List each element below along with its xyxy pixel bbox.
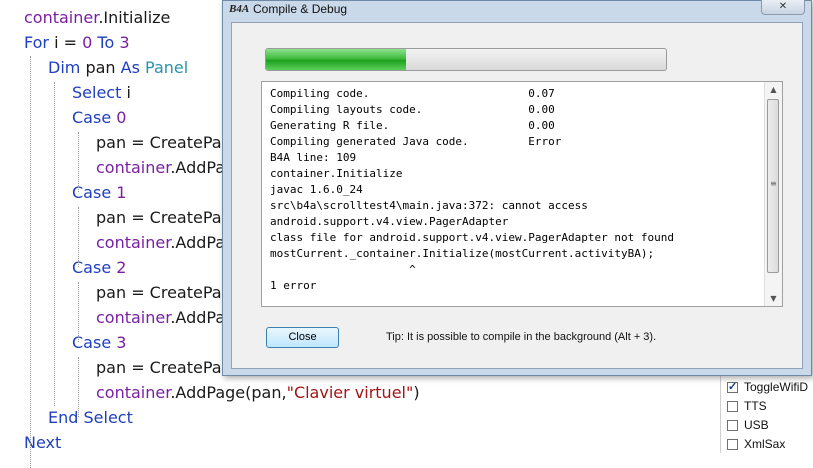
indent-guide bbox=[78, 132, 79, 192]
library-label: XmlSax bbox=[744, 437, 786, 451]
indent-guide bbox=[30, 56, 31, 468]
output-line: container.Initialize bbox=[270, 167, 403, 180]
code-token: container bbox=[96, 308, 171, 327]
code-line: pan = CreatePan bbox=[96, 358, 232, 378]
code-token: Case bbox=[72, 108, 112, 127]
code-line: Dim pan As Panel bbox=[48, 58, 188, 78]
code-token: i = bbox=[49, 33, 83, 52]
indent-guide bbox=[54, 82, 55, 406]
code-token: pan = CreatePan bbox=[96, 358, 232, 377]
library-item[interactable]: TTS bbox=[727, 399, 767, 415]
code-line: container.AddPage(pan,"Clavier virtuel") bbox=[96, 383, 420, 403]
code-token: pan = CreatePan bbox=[96, 208, 232, 227]
code-token: container bbox=[24, 8, 99, 27]
library-checkbox[interactable] bbox=[727, 380, 738, 393]
output-line: android.support.v4.view.PagerAdapter bbox=[270, 215, 509, 228]
library-item[interactable]: USB bbox=[727, 418, 769, 434]
compile-debug-dialog: B4A Compile & Debug ✕ Compiling code. 0.… bbox=[222, 0, 812, 376]
code-line: For i = 0 To 3 bbox=[24, 33, 130, 53]
scrollbar-thumb[interactable]: ≡ bbox=[767, 99, 779, 273]
scroll-up-arrow-icon[interactable]: ▲ bbox=[765, 82, 782, 97]
code-line: Select i bbox=[72, 83, 131, 103]
code-token: 3 bbox=[119, 33, 130, 52]
grip-icon: ≡ bbox=[770, 179, 777, 188]
progress-bar-fill bbox=[266, 49, 406, 70]
library-checkbox[interactable] bbox=[727, 420, 738, 431]
code-token: i bbox=[121, 83, 131, 102]
output-scrollbar[interactable]: ▲ ≡ ▼ bbox=[764, 82, 782, 306]
code-token: 0 bbox=[116, 108, 127, 127]
close-button[interactable]: Close bbox=[266, 327, 339, 348]
code-line: Case 1 bbox=[72, 183, 126, 203]
code-token: container bbox=[96, 158, 171, 177]
library-item[interactable]: ToggleWifiD bbox=[727, 380, 808, 396]
compile-progress-bar bbox=[265, 48, 667, 71]
code-token: pan = CreatePan bbox=[96, 133, 232, 152]
code-token: 1 bbox=[116, 183, 127, 202]
code-line: Case 2 bbox=[72, 258, 126, 278]
b4a-app-icon: B4A bbox=[229, 3, 250, 15]
dialog-title: Compile & Debug bbox=[253, 2, 348, 16]
code-token: As bbox=[120, 58, 140, 77]
output-line: 1 error bbox=[270, 279, 317, 292]
indent-guide bbox=[78, 207, 79, 267]
output-line: class file for android.support.v4.view.P… bbox=[270, 231, 674, 244]
dialog-client-area: Compiling code. 0.07 Compiling layouts co… bbox=[231, 22, 803, 369]
code-token: 2 bbox=[116, 258, 127, 277]
code-line: Case 3 bbox=[72, 333, 126, 353]
output-line: ^ bbox=[270, 263, 416, 276]
output-line: Compiling code. 0.07 bbox=[270, 87, 555, 100]
library-checkbox[interactable] bbox=[727, 401, 738, 412]
library-label: TTS bbox=[744, 399, 767, 413]
code-token: .AddPa bbox=[170, 308, 226, 327]
libraries-list: ToggleWifiD TTS USB XmlSax bbox=[720, 372, 813, 453]
code-line: pan = CreatePan bbox=[96, 208, 232, 228]
library-label: USB bbox=[744, 418, 769, 432]
library-label: ToggleWifiD bbox=[744, 380, 809, 394]
code-token: Panel bbox=[145, 58, 189, 77]
code-token: .Initialize bbox=[98, 8, 171, 27]
output-line: mostCurrent._container.Initialize(mostCu… bbox=[270, 247, 655, 260]
code-token: container bbox=[96, 383, 171, 402]
code-token: "Clavier virtuel" bbox=[286, 383, 414, 402]
indent-guide bbox=[78, 357, 79, 417]
code-line: container.AddPa bbox=[96, 308, 225, 328]
tip-text: Tip: It is possible to compile in the ba… bbox=[386, 331, 657, 343]
output-line: Generating R file. 0.00 bbox=[270, 119, 555, 132]
code-line: End Select bbox=[48, 408, 133, 428]
output-line: B4A line: 109 bbox=[270, 151, 357, 164]
output-line: javac 1.6.0_24 bbox=[270, 183, 363, 196]
code-token: .AddPage(pan, bbox=[170, 383, 287, 402]
output-line: Compiling generated Java code. Error bbox=[270, 135, 562, 148]
compile-output-text: Compiling code. 0.07 Compiling layouts co… bbox=[270, 86, 754, 294]
code-line: pan = CreatePan bbox=[96, 133, 232, 153]
code-token: Dim bbox=[48, 58, 81, 77]
code-token: .AddPa bbox=[170, 233, 226, 252]
library-item[interactable]: XmlSax bbox=[727, 437, 785, 453]
code-line: pan = CreatePan bbox=[96, 283, 232, 303]
indent-guide bbox=[78, 282, 79, 342]
code-line: Case 0 bbox=[72, 108, 126, 128]
code-token: Select bbox=[72, 83, 122, 102]
library-checkbox[interactable] bbox=[727, 439, 738, 450]
code-line: container.AddPa bbox=[96, 158, 225, 178]
code-token: For bbox=[24, 33, 49, 52]
code-token: End Select bbox=[48, 408, 133, 427]
window-close-icon[interactable]: ✕ bbox=[761, 0, 805, 15]
code-token: pan = CreatePan bbox=[96, 283, 232, 302]
code-line: container.Initialize bbox=[24, 8, 170, 28]
code-token: To bbox=[97, 33, 115, 52]
compile-output-box[interactable]: Compiling code. 0.07 Compiling layouts co… bbox=[261, 81, 783, 307]
dialog-titlebar[interactable]: B4A Compile & Debug ✕ bbox=[223, 0, 811, 19]
scroll-down-arrow-icon[interactable]: ▼ bbox=[765, 291, 782, 306]
code-token: 0 bbox=[82, 33, 93, 52]
code-token: ) bbox=[413, 383, 420, 402]
code-token: 3 bbox=[116, 333, 127, 352]
output-line: Compiling layouts code. 0.00 bbox=[270, 103, 555, 116]
code-line: container.AddPa bbox=[96, 233, 225, 253]
code-token: container bbox=[96, 233, 171, 252]
output-line: src\b4a\scrolltest4\main.java:372: canno… bbox=[270, 199, 588, 212]
code-token: pan bbox=[80, 58, 121, 77]
code-token: .AddPa bbox=[170, 158, 226, 177]
